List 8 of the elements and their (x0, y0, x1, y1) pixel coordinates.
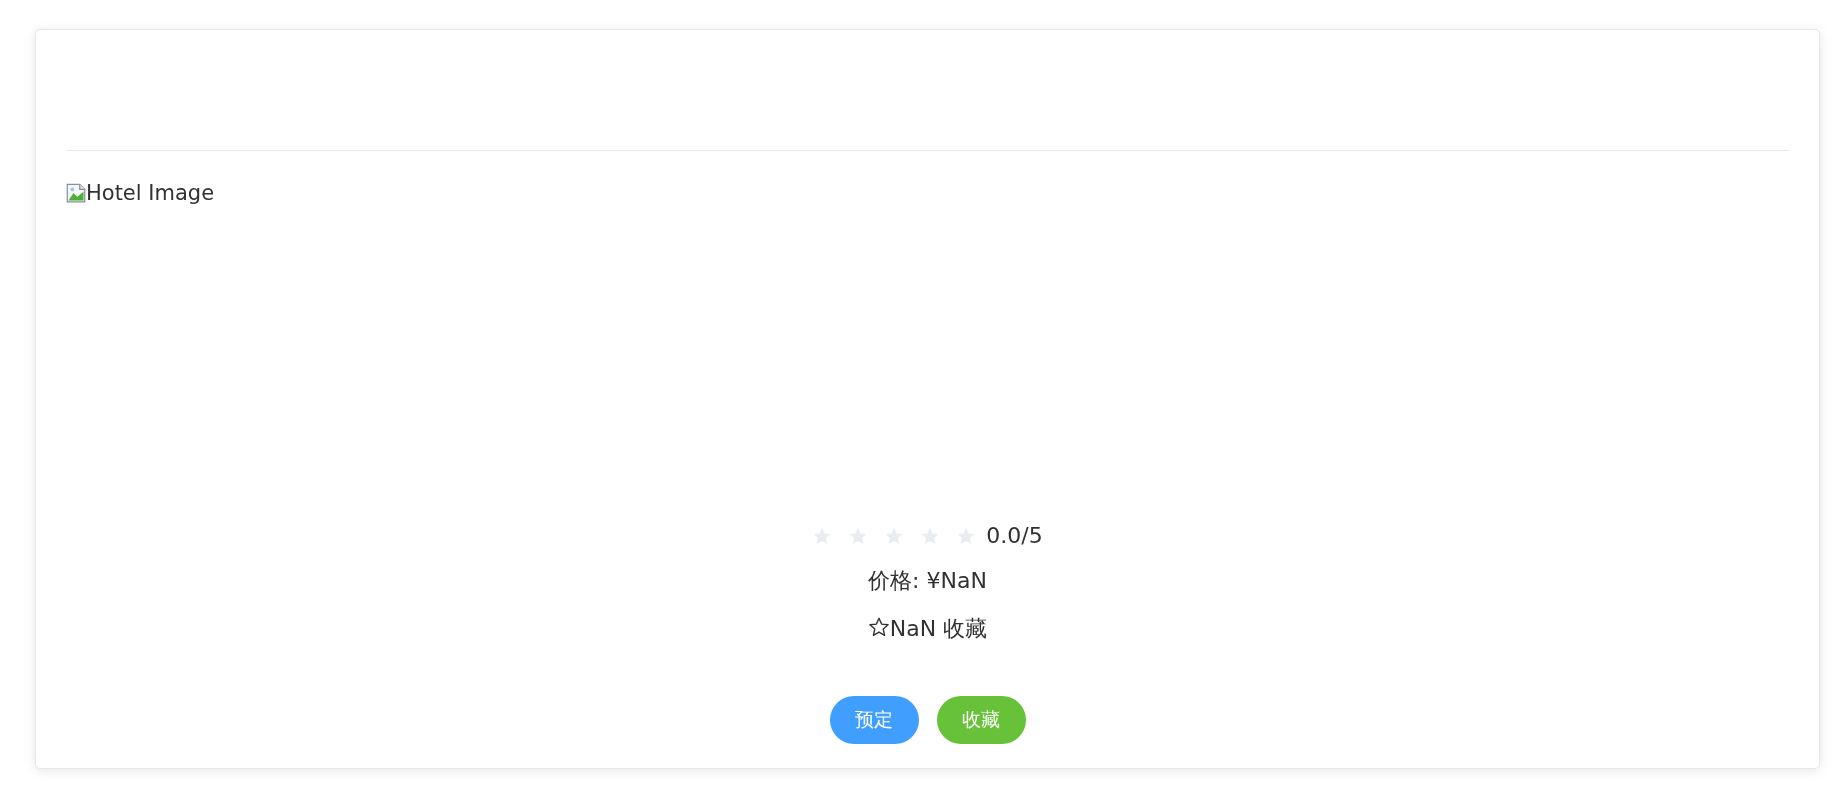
rating-text: 0.0/5 (986, 523, 1043, 548)
price-text: 价格: ¥NaN (868, 567, 987, 595)
book-button[interactable]: 预定 (829, 696, 919, 744)
image-alt-text: Hotel Image (86, 181, 215, 205)
star-outline-icon (867, 616, 890, 638)
broken-image-icon (66, 183, 86, 203)
favorite-button[interactable]: 收藏 (936, 696, 1026, 744)
favorites-count: NaN 收藏 (889, 615, 988, 643)
